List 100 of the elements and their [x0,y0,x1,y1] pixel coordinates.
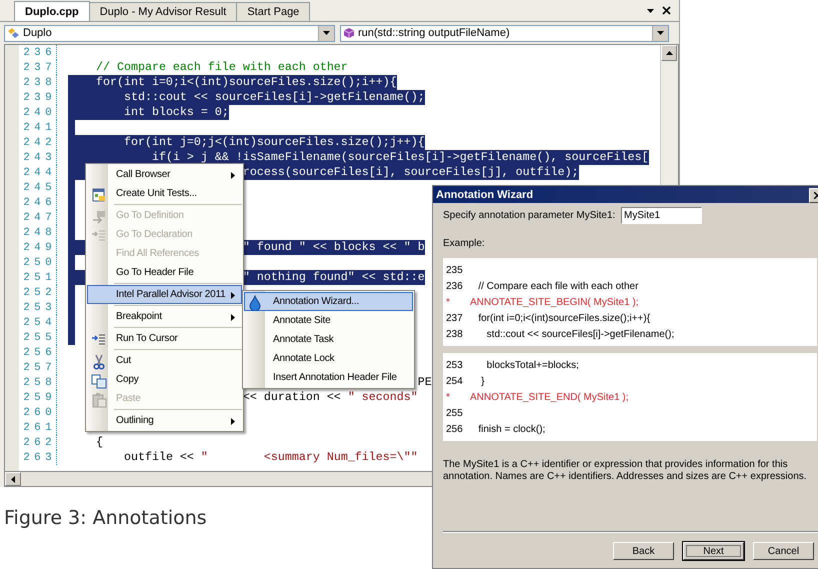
code-line: " found " << blocks << " b [242,240,425,254]
menu-item[interactable]: Intel Parallel Advisor 2011 [87,285,242,304]
cube-icon [343,27,355,39]
menu-item[interactable]: Run To Cursor [87,329,242,348]
line-number: 236 [445,280,464,292]
code-line: if(i > j && !isSameFilename(sourceFiles[i]->getFilename(), sourceFiles[ [152,150,649,164]
type-dropdown[interactable]: Duplo [4,24,335,42]
line-number: 242 [22,136,56,148]
code-line: outfile << " <summary Num_files=\"" [124,450,418,464]
line-number: 252 [22,286,56,298]
clipboard-icon [91,392,107,408]
line-number: 246 [22,196,56,208]
prompt-label: Specify annotation parameter MySite1: [443,210,616,221]
dropdown-caret-icon [647,8,654,12]
caret-icon [657,31,664,35]
line-number: 236 [22,46,56,58]
close-icon[interactable] [662,6,671,15]
member-dropdown[interactable]: run(std::string outputFileName) [340,24,669,42]
code-line: blocksTotal+=blocks; [486,360,579,370]
arrow-box-icon [91,209,107,225]
parameter-field[interactable]: MySite1 [621,207,702,224]
dialog-title: Annotation Wizard [436,188,534,200]
line-number: 251 [22,272,56,284]
drop-icon [248,295,262,311]
scissors-icon [91,354,107,370]
code-line: finish = clock(); [477,424,546,434]
code-line: // Compare each file with each other [96,60,348,74]
line-number: 238 [22,76,56,88]
line-number: 262 [22,436,56,448]
code-line: { [96,435,103,449]
code-line: << duration << " seconds" [242,390,418,404]
file-tab[interactable]: Duplo - My Advisor Result [88,2,238,21]
example-label: Example: [443,238,486,250]
menu-item[interactable]: Outlining [87,411,242,430]
line-number: 245 [22,182,56,194]
line-number: 239 [22,92,56,104]
caret-icon [323,31,330,35]
line-number: 237 [445,312,464,324]
code-line: ANNOTATE_SITE_BEGIN( MySite1 ); [470,296,639,308]
code-line: } [480,376,484,386]
menu-item[interactable]: Breakpoint [87,307,242,326]
menu-item[interactable]: Annotate Site [244,311,413,330]
menu-item[interactable]: Annotate Task [244,330,413,349]
scroll-up-button[interactable] [661,45,677,61]
line-number: 255 [445,408,464,418]
code-line: PE [418,375,432,389]
document-icon [91,187,107,203]
menu-item[interactable]: Call Browser [87,165,242,184]
line-number: 260 [22,406,56,418]
dialog-button[interactable]: Cancel [753,542,814,560]
description-text: The MySite1 is a C++ identifier or expression that provides information for this annotation. Names are C++ identifiers. Addresses and sizes are C++ expressions. [443,459,808,483]
line-number: 244 [22,166,56,178]
line-number: 257 [22,362,56,374]
line-number: 247 [22,212,56,224]
scroll-left-button[interactable] [5,472,21,486]
up-arrow-icon [666,51,672,55]
dialog-button[interactable]: Back [613,542,674,560]
dropdown-value: run(std::string outputFileName) [358,27,511,39]
menu-item[interactable]: Annotation Wizard... [244,292,413,311]
code-line: rocess(sourceFiles[i], sourceFiles[j], outfile); [242,165,579,179]
line-number: * [445,392,451,402]
menu-item[interactable]: Insert Annotation Header File [244,368,413,387]
dropdown-button[interactable] [652,26,668,40]
line-number: 254 [445,376,464,386]
menu-item[interactable]: Create Unit Tests... [87,184,242,203]
line-number: 259 [22,392,56,404]
line-number: 254 [22,316,56,328]
line-number: 250 [22,256,56,268]
dropdown-button[interactable] [318,26,334,40]
copy-icon [91,373,107,389]
line-number: 253 [22,302,56,314]
line-number: 263 [22,452,56,464]
line-number: 243 [22,152,56,164]
file-tab[interactable]: Duplo.cpp [14,1,90,21]
file-tab[interactable]: Start Page [236,2,310,21]
code-line: for(int i=0;i<(int)sourceFiles.size();i++){ [477,312,650,324]
line-number: 240 [22,106,56,118]
code-line: std::cout << sourceFiles[i]->getFilename(); [124,90,425,104]
menu-item[interactable]: Annotate Lock [244,349,413,368]
line-number: 237 [22,62,56,74]
menu-item[interactable]: Go To Header File [87,263,242,282]
line-number: 241 [22,122,56,134]
dialog-button[interactable]: Next [683,542,744,560]
line-number: 253 [445,360,464,370]
line-number: 249 [22,242,56,254]
figure-caption: Figure 3: Annotations [4,507,208,529]
code-line: // Compare each file with each other [477,280,638,292]
class-icon [7,27,20,39]
code-line: std::cout << sourceFiles[i]->getFilename(); [486,328,674,340]
left-arrow-icon [11,476,15,482]
line-number: 256 [22,346,56,358]
menu-item[interactable]: Copy [87,370,242,389]
line-number: 261 [22,422,56,434]
code-line: for(int j=0;j<(int)sourceFiles.size();j++){ [124,135,425,149]
line-number: 235 [445,264,464,276]
line-number: 256 [445,424,464,434]
line-number: 238 [445,328,464,340]
menu-item[interactable]: Cut [87,351,242,370]
code-line: int blocks = 0; [124,105,229,119]
line-number: 258 [22,376,56,388]
